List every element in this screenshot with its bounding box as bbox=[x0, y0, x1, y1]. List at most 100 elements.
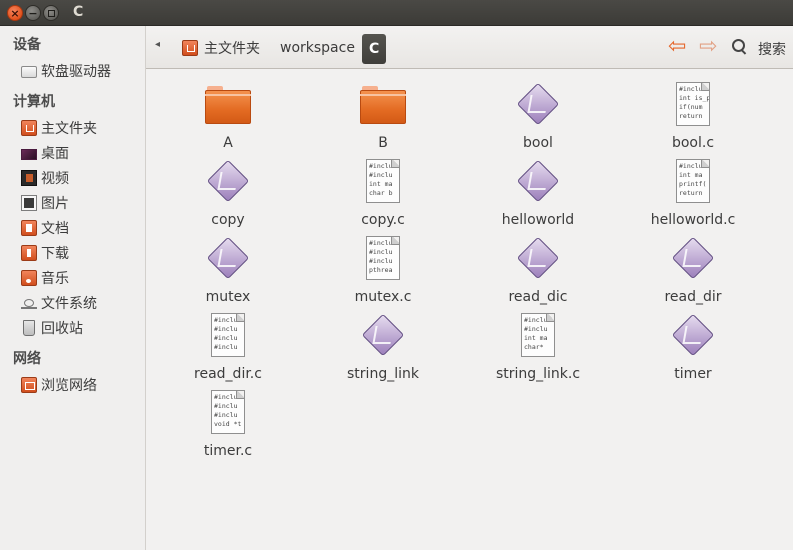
video-folder-icon bbox=[21, 170, 37, 186]
file-item-read-dic[interactable]: read_dic bbox=[473, 234, 603, 306]
file-item-timer[interactable]: timer bbox=[628, 311, 758, 383]
file-name: helloworld bbox=[501, 212, 575, 228]
text-file-icon: #inclu #inclu #inclu #inclu bbox=[204, 311, 252, 359]
sidebar-item-desktop[interactable]: 桌面 bbox=[21, 142, 69, 164]
downloads-folder-icon bbox=[21, 245, 37, 261]
sidebar-item-filesystem[interactable]: 文件系统 bbox=[21, 292, 97, 314]
file-item-copy[interactable]: copy bbox=[163, 157, 293, 229]
sidebar-item-label: 音乐 bbox=[41, 271, 69, 287]
sidebar-item-label: 视频 bbox=[41, 171, 69, 187]
sidebar-item-label: 主文件夹 bbox=[41, 121, 97, 137]
file-item-copy-c[interactable]: #inclu #inclu int ma char b copy.c bbox=[318, 157, 448, 229]
sidebar-item-pictures[interactable]: 图片 bbox=[21, 192, 69, 214]
file-grid: A B bool #inclu int is_p if(num return bool… bbox=[147, 70, 793, 550]
text-file-icon: #inclu #inclu int ma char b bbox=[359, 157, 407, 205]
sidebar-item-documents[interactable]: 文档 bbox=[21, 217, 69, 239]
file-name: timer bbox=[674, 366, 712, 382]
home-folder-icon bbox=[21, 120, 37, 136]
executable-icon bbox=[669, 311, 717, 359]
filesystem-icon bbox=[21, 297, 37, 309]
file-name: mutex bbox=[205, 289, 251, 305]
file-item-read-dir[interactable]: read_dir bbox=[628, 234, 758, 306]
sidebar-item-label: 浏览网络 bbox=[41, 378, 97, 394]
file-name: read_dic bbox=[508, 289, 568, 305]
file-item-timer-c[interactable]: #inclu #inclu #inclu void *t timer.c bbox=[163, 388, 293, 460]
executable-icon bbox=[514, 234, 562, 282]
sidebar-item-label: 文档 bbox=[41, 221, 69, 237]
breadcrumb-workspace[interactable]: workspace bbox=[280, 36, 355, 60]
title-bar: × − C bbox=[0, 0, 793, 26]
executable-icon bbox=[204, 157, 252, 205]
file-name: timer.c bbox=[203, 443, 253, 459]
sidebar-item-floppy[interactable]: 软盘驱动器 bbox=[21, 60, 111, 82]
file-name: copy bbox=[211, 212, 245, 228]
toolbar: ◂ 主文件夹 workspace C ⇦ ⇨ 搜索 bbox=[146, 26, 793, 69]
maximize-window-button[interactable] bbox=[43, 5, 59, 21]
forward-button[interactable]: ⇨ bbox=[699, 35, 717, 59]
music-folder-icon bbox=[21, 270, 37, 286]
window-title: C bbox=[73, 4, 84, 20]
file-item-helloworld[interactable]: helloworld bbox=[473, 157, 603, 229]
sidebar-item-label: 文件系统 bbox=[41, 296, 97, 312]
back-button[interactable]: ⇦ bbox=[668, 35, 686, 59]
sidebar-item-label: 软盘驱动器 bbox=[41, 64, 111, 80]
breadcrumb-scroll-left-button[interactable]: ◂ bbox=[155, 39, 160, 50]
breadcrumb-home[interactable]: 主文件夹 bbox=[182, 36, 260, 60]
executable-icon bbox=[669, 234, 717, 282]
sidebar: 设备 软盘驱动器 计算机 主文件夹 桌面 视频 图片 文档 下载 音乐 文件系统… bbox=[0, 26, 146, 550]
sidebar-item-music[interactable]: 音乐 bbox=[21, 267, 69, 289]
floppy-drive-icon bbox=[21, 66, 37, 78]
folder-icon bbox=[359, 80, 407, 128]
file-item-bool[interactable]: bool bbox=[473, 80, 603, 152]
file-item-A[interactable]: A bbox=[163, 80, 293, 152]
sidebar-item-home[interactable]: 主文件夹 bbox=[21, 117, 97, 139]
file-name: read_dir.c bbox=[194, 366, 262, 382]
file-name: bool.c bbox=[671, 135, 715, 151]
file-item-read-dir-c[interactable]: #inclu #inclu #inclu #inclu read_dir.c bbox=[163, 311, 293, 383]
breadcrumb-label: 主文件夹 bbox=[204, 41, 260, 57]
file-item-B[interactable]: B bbox=[318, 80, 448, 152]
sidebar-item-label: 下载 bbox=[41, 246, 69, 262]
sidebar-item-trash[interactable]: 回收站 bbox=[21, 317, 83, 339]
file-name: copy.c bbox=[361, 212, 405, 228]
search-button[interactable]: 搜索 bbox=[758, 39, 786, 59]
text-file-icon: #inclu int is_p if(num return bbox=[669, 80, 717, 128]
triangle-left-icon: ◂ bbox=[155, 39, 161, 50]
sidebar-item-label: 桌面 bbox=[41, 146, 69, 162]
home-folder-icon bbox=[182, 40, 198, 56]
sidebar-item-label: 图片 bbox=[41, 196, 69, 212]
minimize-window-button[interactable]: − bbox=[25, 5, 41, 21]
file-item-bool-c[interactable]: #inclu int is_p if(num return bool.c bbox=[628, 80, 758, 152]
breadcrumb-label: C bbox=[369, 41, 380, 57]
maximize-icon bbox=[47, 9, 55, 17]
arrow-left-icon: ⇦ bbox=[668, 34, 687, 59]
sidebar-item-browse-network[interactable]: 浏览网络 bbox=[21, 374, 97, 396]
sidebar-item-videos[interactable]: 视频 bbox=[21, 167, 69, 189]
search-icon[interactable] bbox=[732, 39, 748, 57]
executable-icon bbox=[514, 157, 562, 205]
file-name: bool bbox=[523, 135, 553, 151]
text-file-icon: #inclu #inclu #inclu pthrea bbox=[359, 234, 407, 282]
file-name: B bbox=[378, 135, 388, 151]
breadcrumb-label: workspace bbox=[280, 40, 355, 56]
file-name: string_link.c bbox=[495, 366, 581, 382]
file-item-helloworld-c[interactable]: #inclu int ma printf(return helloworld.c bbox=[628, 157, 758, 229]
breadcrumb-current[interactable]: C bbox=[362, 34, 387, 64]
minimize-icon: − bbox=[28, 6, 38, 20]
sidebar-heading-devices: 设备 bbox=[13, 37, 41, 53]
file-item-mutex[interactable]: mutex bbox=[163, 234, 293, 306]
file-name: A bbox=[223, 135, 233, 151]
sidebar-item-downloads[interactable]: 下载 bbox=[21, 242, 69, 264]
sidebar-heading-network: 网络 bbox=[13, 351, 41, 367]
file-item-string-link-c[interactable]: #inclu #inclu int ma char* string_link.c bbox=[473, 311, 603, 383]
executable-icon bbox=[359, 311, 407, 359]
desktop-icon bbox=[21, 149, 37, 160]
file-item-mutex-c[interactable]: #inclu #inclu #inclu pthrea mutex.c bbox=[318, 234, 448, 306]
text-file-icon: #inclu int ma printf(return bbox=[669, 157, 717, 205]
text-file-icon: #inclu #inclu #inclu void *t bbox=[204, 388, 252, 436]
close-window-button[interactable]: × bbox=[7, 5, 23, 21]
file-name: helloworld.c bbox=[650, 212, 736, 228]
file-item-string-link[interactable]: string_link bbox=[318, 311, 448, 383]
trash-icon bbox=[23, 320, 35, 336]
executable-icon bbox=[514, 80, 562, 128]
